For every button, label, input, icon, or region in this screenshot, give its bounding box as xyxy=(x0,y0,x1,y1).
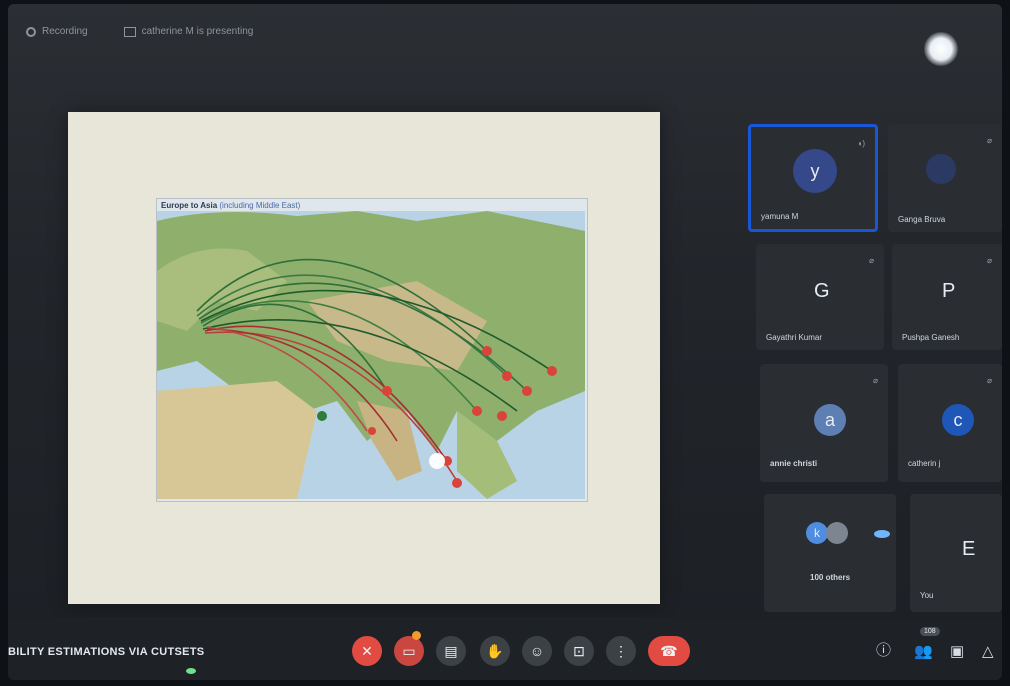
route-map: Europe to Asia (including Middle East) xyxy=(156,198,588,502)
emoji-button[interactable]: ☺ xyxy=(522,636,552,666)
more-options-icon: ⋮ xyxy=(614,642,628,659)
present-button[interactable]: ⊡ xyxy=(564,636,594,666)
participant-tile[interactable]: P ⌀ Pushpa Ganesh xyxy=(892,244,1002,350)
captions-icon: ▤ xyxy=(444,642,458,659)
participant-name: Gayathri Kumar xyxy=(766,333,823,342)
present-icon: ⊡ xyxy=(573,642,585,659)
map-title: Europe to Asia (including Middle East) xyxy=(161,201,301,210)
others-tile[interactable]: k 100 others xyxy=(764,494,896,612)
participant-name: catherin j xyxy=(908,459,941,468)
speaking-icon: ◖) xyxy=(857,139,866,148)
light-glare xyxy=(874,530,890,538)
people-icon[interactable]: 👥 xyxy=(914,642,933,660)
mic-off-icon: ⌀ xyxy=(873,376,878,385)
participant-name: yamuna M xyxy=(761,212,799,221)
bottom-control-bar: BILITY ESTIMATIONS VIA CUTSETS ✕ ▭ ▤ ✋ ☺… xyxy=(8,618,1002,680)
participant-count-badge: 108 xyxy=(920,627,940,636)
hang-up-icon: ☎ xyxy=(660,642,678,659)
status-light xyxy=(186,668,196,674)
map-graphic xyxy=(157,211,585,499)
leave-call-button[interactable]: ☎ xyxy=(648,636,690,666)
mic-off-icon: ⌀ xyxy=(987,256,992,265)
info-icon[interactable]: ⓘ xyxy=(876,639,891,660)
avatar: k xyxy=(806,522,828,544)
participant-name: Ganga Bruva xyxy=(898,215,946,224)
more-options-button[interactable]: ⋮ xyxy=(606,636,636,666)
avatar xyxy=(826,522,848,544)
emoji-icon: ☺ xyxy=(529,643,545,659)
presentation-slide: Europe to Asia (including Middle East) xyxy=(68,112,660,604)
participant-name: Pushpa Ganesh xyxy=(902,333,960,342)
participant-name: You xyxy=(920,591,934,600)
recording-label: Recording xyxy=(42,26,88,37)
avatar xyxy=(926,154,956,184)
captions-button[interactable]: ▤ xyxy=(436,636,466,666)
raise-hand-button[interactable]: ✋ xyxy=(480,636,510,666)
meeting-title: BILITY ESTIMATIONS VIA CUTSETS xyxy=(8,646,205,658)
participant-tile[interactable]: y ◖) yamuna M xyxy=(748,124,878,232)
screen-glare xyxy=(924,32,958,66)
raise-hand-icon: ✋ xyxy=(486,642,504,659)
participant-name: annie christi xyxy=(770,459,818,468)
camera-toggle-button[interactable]: ▭ xyxy=(394,636,424,666)
avatar: a xyxy=(814,404,846,436)
self-tile[interactable]: E You xyxy=(910,494,1002,612)
top-status-bar: Recording catherine M is presenting xyxy=(26,26,253,37)
participant-tile[interactable]: G ⌀ Gayathri Kumar xyxy=(756,244,884,350)
participant-initial: G xyxy=(814,280,830,302)
meet-window: Recording catherine M is presenting Euro… xyxy=(8,4,1002,680)
mic-off-icon: ⌀ xyxy=(987,136,992,145)
avatar: y xyxy=(793,149,837,193)
participant-initial: P xyxy=(942,280,956,302)
mic-off-icon: ⌀ xyxy=(869,256,874,265)
recording-indicator: Recording xyxy=(26,26,88,37)
participant-tile[interactable]: c ⌀ catherin j xyxy=(898,364,1002,482)
presenting-label: catherine M is presenting xyxy=(141,26,254,37)
notification-dot xyxy=(412,631,421,640)
present-small-icon xyxy=(123,26,136,37)
avatar: c xyxy=(942,404,974,436)
participant-tile[interactable]: a ⌀ annie christi xyxy=(760,364,888,482)
mic-toggle-button[interactable]: ✕ xyxy=(352,636,382,666)
record-icon xyxy=(26,26,36,37)
presenting-indicator: catherine M is presenting xyxy=(123,26,254,37)
participant-initial: E xyxy=(962,538,976,560)
others-count-label: 100 others xyxy=(810,573,851,582)
activities-icon[interactable]: △ xyxy=(982,642,994,660)
mic-off-icon: ⌀ xyxy=(987,376,992,385)
camera-off-icon: ▭ xyxy=(402,642,416,659)
participant-tile[interactable]: ⌀ Ganga Bruva xyxy=(888,124,1002,232)
chat-icon[interactable]: ▣ xyxy=(950,642,964,660)
mic-off-icon: ✕ xyxy=(361,642,373,659)
